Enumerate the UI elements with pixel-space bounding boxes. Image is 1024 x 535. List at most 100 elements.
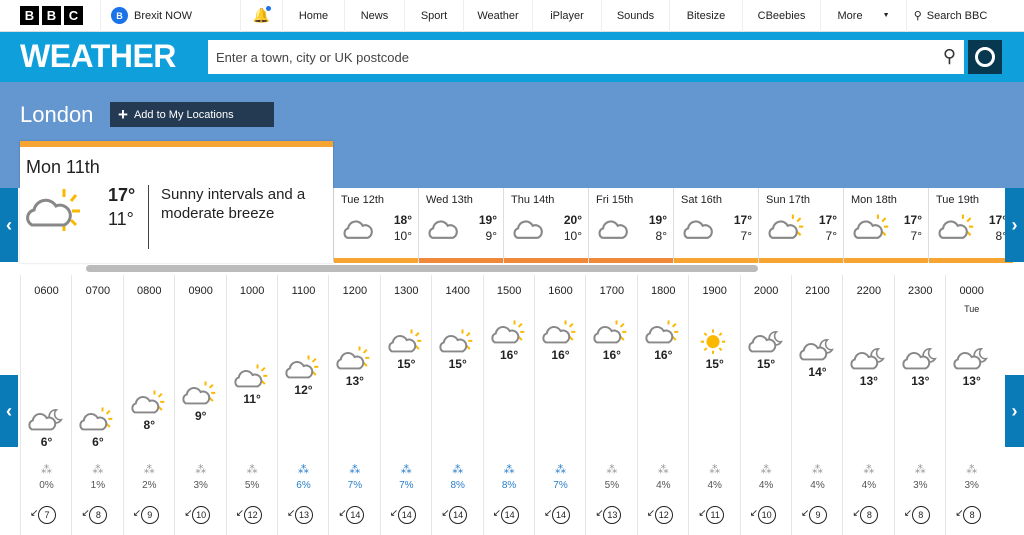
hour-temp: 15°: [705, 356, 724, 371]
day-tab[interactable]: Tue 12th 18° 10°: [333, 188, 418, 263]
high-temp: 19°: [648, 213, 667, 227]
day-tab[interactable]: Wed 13th 19° 9°: [418, 188, 503, 263]
hourly-column[interactable]: 1900 15° ⁂ 4% ↙ 11: [688, 275, 740, 535]
sun-cloud-icon: [336, 346, 370, 370]
rain-chance: 5%: [244, 480, 260, 491]
raindrop-icon: ⁂: [195, 464, 207, 476]
sun-cloud-icon: [542, 320, 576, 344]
hour-temp: 9°: [194, 408, 207, 423]
hour-temp: 16°: [654, 348, 673, 362]
low-temp: 9°: [485, 229, 497, 243]
hourly-column[interactable]: 2300 13° ⁂ 3% ↙ 8: [893, 275, 946, 535]
hourly-column[interactable]: 1300 15° ⁂ 7% ↙ 14: [379, 275, 432, 535]
temp-value: 16: [500, 348, 514, 362]
wind-speed: 13: [603, 506, 622, 524]
temp-value: 15: [397, 356, 411, 371]
nav-home[interactable]: Home: [282, 0, 344, 32]
hourly-column[interactable]: 1500 16° ⁂ 8% ↙ 14: [482, 275, 535, 535]
search-placeholder: Enter a town, city or UK postcode: [216, 49, 409, 65]
location-search-input[interactable]: Enter a town, city or UK postcode ⚲: [208, 40, 964, 74]
hour-label: 1300: [394, 285, 419, 297]
day-tab[interactable]: Tue 19th 17° 8°: [928, 188, 1013, 263]
selected-day-tab[interactable]: Mon 11th 17° 11° Sunny intervals and a m…: [20, 141, 333, 263]
day-tab[interactable]: Thu 14th 20° 10°: [503, 188, 588, 263]
nav-bitesize[interactable]: Bitesize: [669, 0, 742, 32]
rain-chance: 1%: [90, 480, 106, 491]
high-temp: 17°: [818, 213, 837, 227]
notifications-bell-icon[interactable]: 🔔: [240, 0, 282, 32]
sun-cloud-icon: [491, 320, 524, 344]
previous-hours-arrow-icon[interactable]: ‹: [0, 375, 18, 447]
wind-speed: 9: [140, 506, 159, 524]
hourly-column[interactable]: 1800 16° ⁂ 4% ↙ 12: [636, 275, 689, 535]
nav-news[interactable]: News: [344, 0, 404, 32]
low-temp: 10°: [393, 229, 412, 243]
brexit-now-link[interactable]: B Brexit NOW: [100, 0, 240, 32]
temp-value: 16: [654, 348, 668, 362]
cloud-icon: [343, 220, 373, 239]
hourly-column[interactable]: 1600 16° ⁂ 7% ↙ 14: [534, 275, 586, 535]
locate-me-button[interactable]: [968, 40, 1002, 74]
hourly-column[interactable]: 2000 15° ⁂ 4% ↙ 10: [739, 275, 792, 535]
hour-temp: 13°: [859, 374, 878, 389]
raindrop-icon: ⁂: [246, 464, 258, 476]
search-bbc-link[interactable]: ⚲ Search BBC: [906, 0, 994, 32]
moon-cloud-icon: [799, 339, 834, 361]
temp-value: 15: [705, 356, 719, 371]
rain-chance: 4%: [810, 480, 825, 491]
raindrop-icon: ⁂: [606, 464, 618, 476]
day-label: Mon 11th: [26, 157, 100, 177]
hour-label: 1600: [548, 285, 573, 297]
hourly-column[interactable]: 0000 Tue 13° ⁂ 3% ↙ 8: [945, 275, 997, 535]
temp-value: 6: [92, 435, 99, 449]
hourly-column[interactable]: 1700 16° ⁂ 5% ↙ 13: [585, 275, 637, 535]
nav-sounds[interactable]: Sounds: [601, 0, 669, 32]
cloud-moon-icon: [28, 409, 63, 431]
low-temp: 7°: [825, 229, 837, 243]
previous-days-arrow-icon[interactable]: ‹: [0, 188, 18, 262]
nav-cbeebies[interactable]: CBeebies: [742, 0, 820, 32]
temperature-bar: [929, 258, 1013, 263]
rain-chance: 7%: [347, 480, 363, 491]
hourly-column[interactable]: 1000 11° ⁂ 5% ↙ 12: [225, 275, 278, 535]
next-hours-arrow-icon[interactable]: ›: [1005, 375, 1024, 447]
hourly-column[interactable]: 2100 14° ⁂ 4% ↙ 9: [791, 275, 843, 535]
day-strip-scrollbar[interactable]: [86, 265, 758, 272]
hour-label: 0600: [34, 285, 59, 297]
high-temp: 17°: [108, 185, 136, 205]
hourly-column[interactable]: 1100 12° ⁂ 6% ↙ 13: [277, 275, 329, 535]
nav-weather[interactable]: Weather: [463, 0, 532, 32]
day-tab[interactable]: Sat 16th 17° 7°: [673, 188, 758, 263]
rain-chance: 0%: [39, 480, 54, 491]
nav-more[interactable]: More ▼: [820, 0, 906, 32]
day-tab[interactable]: Sun 17th 17° 7°: [758, 188, 843, 263]
hour-temp: 15°: [757, 356, 776, 371]
search-icon[interactable]: ⚲: [943, 46, 956, 67]
sun-cloud-icon: [853, 214, 889, 239]
wind-speed: 14: [500, 506, 519, 524]
hourly-column[interactable]: 0900 9° ⁂ 3% ↙ 10: [174, 275, 226, 535]
nav-sport[interactable]: Sport: [404, 0, 463, 32]
raindrop-icon: ⁂: [812, 464, 823, 476]
cloud-icon: [513, 220, 543, 239]
hourly-column[interactable]: 1200 13° ⁂ 7% ↙ 14: [328, 275, 380, 535]
weather-title[interactable]: WEATHER: [20, 38, 176, 75]
sun-cloud-icon: [388, 329, 422, 353]
bbc-logo[interactable]: BBC: [20, 6, 100, 25]
hourly-column[interactable]: 0700 6° ⁂ 1% ↙ 8: [71, 275, 123, 535]
hourly-column[interactable]: 1400 15° ⁂ 8% ↙ 14: [431, 275, 483, 535]
low-temp: 7°: [740, 229, 752, 243]
hourly-column[interactable]: 2200 13° ⁂ 4% ↙ 8: [842, 275, 894, 535]
next-days-arrow-icon[interactable]: ›: [1005, 188, 1024, 262]
add-to-my-locations-button[interactable]: + Add to My Locations: [110, 102, 274, 127]
low-temp: 8°: [655, 229, 667, 243]
cloud-moon-icon: [748, 330, 783, 353]
nav-iplayer[interactable]: iPlayer: [532, 0, 601, 32]
raindrop-icon: ⁂: [863, 464, 875, 476]
day-tab[interactable]: Fri 15th 19° 8°: [588, 188, 673, 263]
day-tab[interactable]: Mon 18th 17° 7°: [843, 188, 928, 263]
hourly-column[interactable]: 0600 6° ⁂ 0% ↙ 7: [20, 275, 72, 535]
hour-label: 1400: [445, 285, 470, 297]
raindrop-icon: ⁂: [657, 464, 669, 476]
hourly-column[interactable]: 0800 8° ⁂ 2% ↙ 9: [122, 275, 175, 535]
